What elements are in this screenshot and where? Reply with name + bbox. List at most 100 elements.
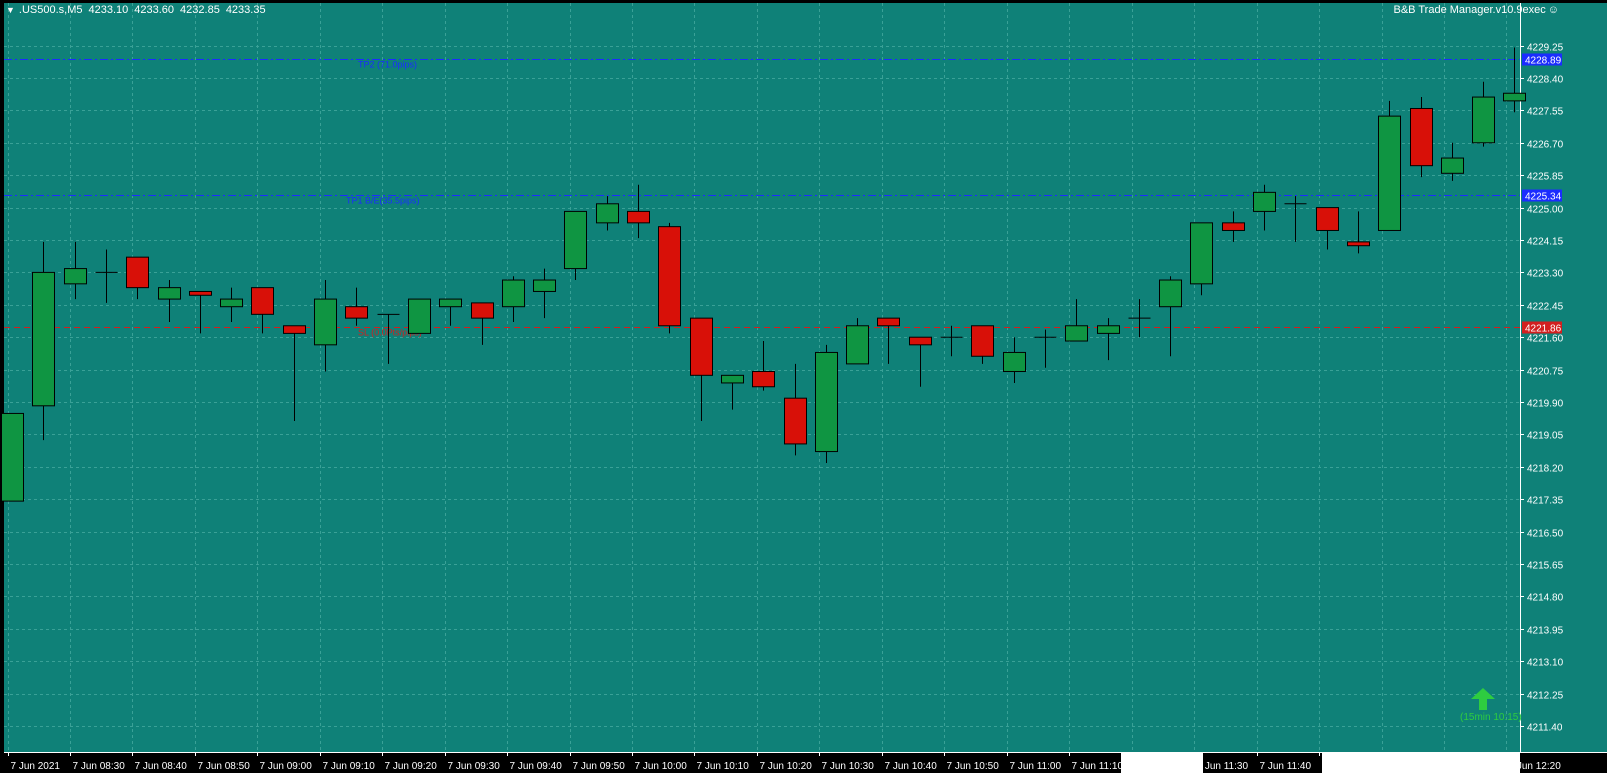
candle-body-bull (502, 279, 525, 308)
expert-advisor-label[interactable]: B&B Trade Manager.v10.9exec ☺ (1394, 4, 1560, 16)
time-tick-label: 7 Jun 08:30 (73, 761, 126, 772)
price-tick-label: 4216.50 (1527, 529, 1564, 540)
price-tick-label: 4229.25 (1527, 43, 1564, 54)
candle-body-bull (1253, 191, 1276, 212)
candle-body-bull (158, 287, 181, 300)
price-tick-label: 4215.65 (1527, 561, 1564, 572)
candle-body-bull (1503, 92, 1526, 102)
candle-body-bear (909, 336, 932, 346)
time-tick-label: 7 Jun 11:10 (1072, 761, 1124, 772)
time-tick-label: 7 Jun 09:20 (385, 761, 438, 772)
level-price-label: 4228.89 (1525, 56, 1562, 67)
time-tick-label: 7 Jun 09:10 (323, 761, 376, 772)
arrow-up-icon (1471, 688, 1495, 710)
time-tick-label: 7 Jun 11:00 (1010, 761, 1062, 772)
time-tick-label: 7 Jun 09:00 (260, 761, 313, 772)
ohlc-close: 4233.35 (225, 4, 266, 16)
price-tick-label: 4213.95 (1527, 626, 1564, 637)
price-tick-label: 4223.30 (1527, 269, 1564, 280)
price-tick-label: 4222.45 (1527, 302, 1564, 313)
candle-body-bear (877, 317, 900, 327)
chart-window[interactable]: TP2 (71.0pips) 4228.89 TP1 B/E(35.5pips) 42… (0, 0, 1607, 773)
ohlc-high: 4233.60 (134, 4, 175, 16)
candle-body-bear (752, 371, 775, 388)
candle-body-bull (32, 271, 55, 407)
time-tick-label: 7 Jun 11:40 (1260, 761, 1312, 772)
price-chart[interactable]: TP2 (71.0pips) 4228.89 TP1 B/E(35.5pips) 42… (0, 0, 1607, 773)
candle-body-bull (846, 325, 869, 365)
candle-body-bear (1347, 241, 1370, 247)
candle-body-bear (126, 256, 149, 289)
candle-body-bear (971, 325, 994, 357)
price-tick-label: 4224.15 (1527, 237, 1564, 248)
time-tick-label: 7 Jun 08:50 (198, 761, 251, 772)
candle-body-bull (564, 210, 587, 270)
candle-body-bear (471, 302, 494, 319)
time-tick-label: 7 Jun 10:40 (885, 761, 938, 772)
candle-body-bull (64, 268, 87, 285)
price-tick-label: 4225.00 (1527, 205, 1564, 216)
candle-body-bull (533, 279, 556, 292)
candle-body-bull (1065, 325, 1088, 342)
candle-body-bear (283, 325, 306, 334)
candle-body-bull (596, 203, 619, 224)
candle-body-bear (627, 210, 650, 224)
candle-body-bull (1, 412, 24, 502)
price-tick-label: 4212.25 (1527, 691, 1564, 702)
price-tick-label: 4213.10 (1527, 658, 1564, 669)
level-label: TP2 (71.0pips) (358, 60, 417, 70)
price-tick-label: 4228.40 (1527, 75, 1564, 86)
price-tick-label: 4217.35 (1527, 496, 1564, 507)
chart-header: ▼ .US500.s,M5 4233.10 4233.60 4232.85 4233.35 (6, 4, 266, 16)
price-tick-label: 4211.40 (1527, 723, 1563, 734)
price-tick-label: 4214.80 (1527, 593, 1564, 604)
price-tick-label: 4220.75 (1527, 367, 1564, 378)
bottom-panel-strip (1121, 752, 1203, 773)
level-price-label: 4225.34 (1525, 192, 1562, 203)
candle-body-bear (1316, 207, 1339, 231)
ea-name: B&B Trade Manager.v10.9exec (1393, 4, 1546, 16)
chart-menu-icon[interactable]: ▼ (6, 5, 15, 15)
candle-body-bull (721, 374, 744, 384)
price-tick-label: 4219.90 (1527, 399, 1564, 410)
symbol-timeframe: .US500.s,M5 (18, 4, 83, 16)
ohlc-low: 4232.85 (180, 4, 220, 16)
time-tick-label: 7 Jun 10:00 (635, 761, 688, 772)
price-tick-label: 4226.70 (1527, 140, 1564, 151)
price-tick-label: 4219.05 (1527, 431, 1564, 442)
time-tick-label: 7 Jun 10:50 (947, 761, 1000, 772)
candle-body-bear (784, 397, 807, 445)
candle-body-bull (1378, 115, 1401, 231)
price-tick-label: 4218.20 (1527, 464, 1564, 475)
time-tick-label: 7 Jun 11:30 (1197, 761, 1249, 772)
bottom-panel-strip (1322, 752, 1520, 773)
level-label: TP1 B/E(35.5pips) (346, 196, 420, 206)
candle-body-bull (1190, 222, 1213, 285)
time-tick-label: 7 Jun 10:30 (822, 761, 875, 772)
candle-body-bull (1159, 279, 1182, 308)
time-tick-label: 7 Jun 09:30 (448, 761, 501, 772)
price-tick-label: 4221.60 (1527, 334, 1564, 345)
candle-body-bear (189, 290, 212, 296)
price-tick-label: 4225.85 (1527, 172, 1564, 183)
time-tick-label: 7 Jun 08:40 (135, 761, 188, 772)
candle-body-bull (408, 298, 431, 334)
candle-body-bull (1003, 351, 1026, 373)
candle-body-bull (1097, 325, 1120, 334)
candle-body-bear (658, 226, 681, 327)
time-tick-label: 7 Jun 10:10 (697, 761, 750, 772)
candle-body-bear (251, 287, 274, 315)
time-tick-label: 7 Jun 09:40 (510, 761, 563, 772)
time-tick-label: 7 Jun 10:20 (760, 761, 813, 772)
candle-body-bull (815, 351, 838, 453)
smiley-icon: ☺ (1547, 4, 1559, 16)
candle-body-bear (345, 306, 368, 319)
candle-body-bear (1222, 222, 1245, 231)
candle-body-bear (1410, 107, 1433, 167)
price-tick-label: 4227.55 (1527, 107, 1564, 118)
candle-body-bull (1472, 96, 1495, 144)
candle-body-bear (690, 317, 713, 376)
candle-body-bull (314, 298, 337, 346)
time-tick-label: 7 Jun 09:50 (573, 761, 626, 772)
ohlc-open: 4233.10 (88, 4, 129, 16)
